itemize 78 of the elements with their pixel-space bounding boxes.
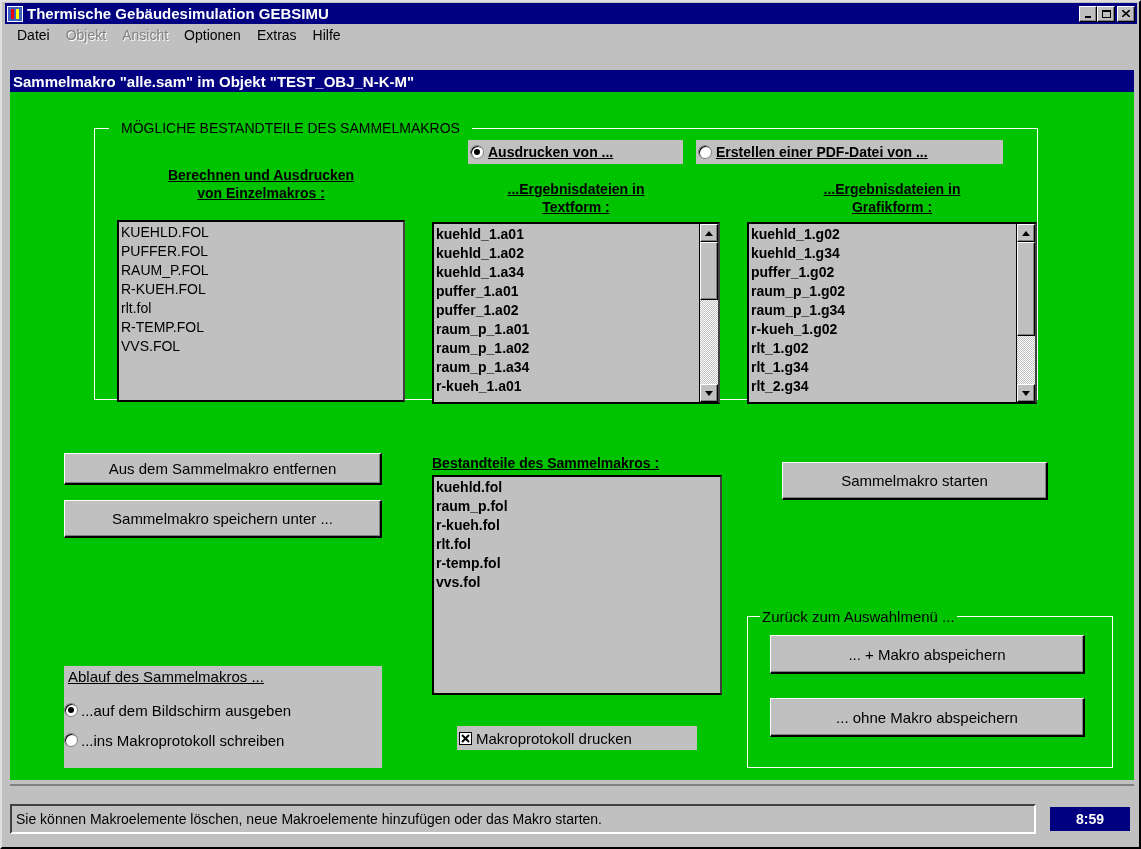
object-title-bar: Sammelmakro "alle.sam" im Objekt "TEST_OBJ_N-K-M"	[10, 70, 1134, 92]
radio-icon[interactable]	[64, 703, 78, 717]
list-item[interactable]: rlt.fol	[436, 535, 471, 554]
list-item[interactable]: r-kueh_1.a01	[436, 377, 522, 396]
cross-icon	[461, 733, 470, 743]
list-item[interactable]: raum_p_1.g34	[751, 301, 846, 320]
list-item[interactable]: VVS.FOL	[121, 337, 181, 356]
list-item[interactable]: R-TEMP.FOL	[121, 318, 204, 337]
list-item[interactable]: raum_p.fol	[436, 497, 508, 516]
group-title: Zurück zum Auswahlmenü ...	[761, 608, 956, 625]
scrollbar[interactable]	[1016, 224, 1035, 402]
back-button[interactable]: ... + Makro abspeichern	[770, 635, 1085, 674]
up-arrow-icon	[1022, 230, 1030, 236]
list-item[interactable]: r-kueh.fol	[436, 516, 500, 535]
start-button[interactable]: Sammelmakro starten	[782, 462, 1048, 500]
menu-item[interactable]: Extras	[248, 27, 305, 43]
list-item[interactable]: raum_p_1.g02	[751, 282, 846, 301]
radio-button[interactable]: Erstellen einer PDF-Datei von ...	[696, 140, 1003, 164]
list-item[interactable]: rlt_1.g02	[751, 339, 809, 358]
checkbox[interactable]: Makroprotokoll drucken	[457, 726, 697, 750]
list-item[interactable]: RAUM_P.FOL	[121, 261, 209, 280]
list-heading: ...Ergebnisdateien in Textform :	[507, 180, 645, 216]
list-heading: Berechnen und Ausdrucken von Einzelmakros :	[167, 166, 355, 202]
file-list[interactable]: kuehld_1.g02 kuehld_1.g34 puffer_1.g02 raum_p_1.g02 raum_p_1.g34 r-kueh_1.g02 rlt_1.g02 rlt_1.g34 rlt_2.g34	[747, 222, 1037, 404]
member-list[interactable]: kuehld.fol raum_p.fol r-kueh.fol rlt.fol r-temp.fol vvs.fol	[432, 475, 722, 695]
list-item[interactable]: KUEHLD.FOL	[121, 223, 209, 242]
menu-item[interactable]: Hilfe	[304, 27, 349, 43]
list-item[interactable]: vvs.fol	[436, 573, 481, 592]
run-mode-title: Ablauf des Sammelmakros ...	[68, 668, 265, 685]
status-message: Sie können Makroelemente löschen, neue Makroelemente hinzufügen oder das Makro starten.	[10, 804, 1036, 834]
action-button[interactable]: Aus dem Sammelmakro entfernen	[64, 453, 382, 485]
list-heading: ...Ergebnisdateien in Grafikform :	[823, 180, 961, 216]
radio-button[interactable]: Ausdrucken von ...	[468, 140, 683, 164]
list-item[interactable]: kuehld_1.g34	[751, 244, 840, 263]
list-item[interactable]: PUFFER.FOL	[121, 242, 209, 261]
minimize-button[interactable]	[1079, 5, 1097, 22]
back-button[interactable]: ... ohne Makro abspeichern	[770, 698, 1085, 737]
window-title: Thermische Gebäudesimulation GEBSIMU	[27, 5, 330, 22]
radio-button[interactable]: ...auf dem Bildschirm ausgeben	[64, 695, 382, 725]
list-item[interactable]: kuehld_1.a01	[436, 225, 524, 244]
list-item[interactable]: rlt_1.g34	[751, 358, 809, 377]
minimize-icon	[1085, 15, 1091, 18]
menu-item[interactable]: Datei	[9, 27, 58, 43]
close-icon	[1122, 10, 1130, 17]
down-arrow-icon	[705, 390, 713, 396]
list-item[interactable]: kuehld_1.g02	[751, 225, 840, 244]
list-item[interactable]: raum_p_1.a01	[436, 320, 530, 339]
file-list[interactable]: kuehld_1.a01 kuehld_1.a02 kuehld_1.a34 puffer_1.a01 puffer_1.a02 raum_p_1.a01 raum_p_1.a02 raum_p_1.a34 r-kueh_1.a01	[432, 222, 720, 404]
list-heading: Bestandteile des Sammelmakros :	[432, 455, 661, 471]
menu-item[interactable]: Optionen	[176, 27, 249, 43]
app-icon	[7, 5, 23, 22]
close-button[interactable]	[1117, 5, 1135, 22]
file-list[interactable]: KUEHLD.FOL PUFFER.FOL RAUM_P.FOL R-KUEH.FOL rlt.fol R-TEMP.FOL VVS.FOL	[117, 220, 405, 402]
list-item[interactable]: kuehld.fol	[436, 478, 503, 497]
list-item[interactable]: R-KUEH.FOL	[121, 280, 206, 299]
radio-icon[interactable]	[698, 145, 712, 159]
scrollbar[interactable]	[699, 224, 718, 402]
maximize-button[interactable]	[1097, 5, 1115, 22]
list-item[interactable]: puffer_1.a01	[436, 282, 519, 301]
list-item[interactable]: puffer_1.g02	[751, 263, 835, 282]
list-item[interactable]: raum_p_1.a34	[436, 358, 530, 377]
list-item[interactable]: kuehld_1.a34	[436, 263, 524, 282]
list-item[interactable]: puffer_1.a02	[436, 301, 519, 320]
list-item[interactable]: kuehld_1.a02	[436, 244, 524, 263]
up-arrow-icon	[705, 230, 713, 236]
radio-button[interactable]: ...ins Makroprotokoll schreiben	[64, 725, 382, 755]
radio-icon[interactable]	[470, 145, 484, 159]
down-arrow-icon	[1022, 390, 1030, 396]
list-item[interactable]: rlt.fol	[121, 299, 152, 318]
maximize-icon	[1101, 9, 1111, 18]
list-item[interactable]: rlt_2.g34	[751, 377, 809, 396]
list-item[interactable]: r-kueh_1.g02	[751, 320, 838, 339]
group-title: MÖGLICHE BESTANDTEILE DES SAMMELMAKROS	[120, 120, 461, 136]
list-item[interactable]: r-temp.fol	[436, 554, 501, 573]
radio-icon[interactable]	[64, 733, 78, 747]
list-item[interactable]: raum_p_1.a02	[436, 339, 530, 358]
clock: 8:59	[1050, 807, 1130, 831]
action-button[interactable]: Sammelmakro speichern unter ...	[64, 500, 382, 538]
